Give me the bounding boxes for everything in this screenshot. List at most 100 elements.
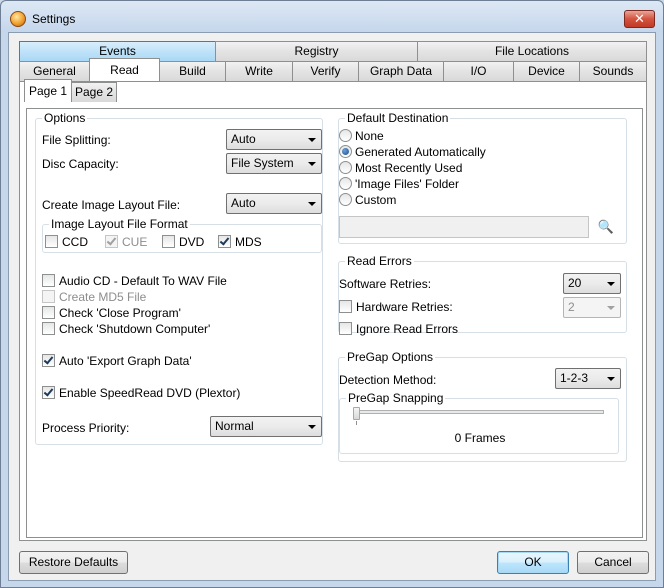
browse-folder-icon[interactable]: 🔍 [597, 218, 615, 236]
hardware-retries-checkbox[interactable] [339, 300, 352, 313]
divider [42, 375, 322, 376]
auto-export-checkbox[interactable] [42, 354, 55, 367]
check-shutdown-checkbox[interactable] [42, 322, 55, 335]
check-shutdown-label: Check 'Shutdown Computer' [59, 322, 211, 336]
cue-label: CUE [122, 235, 148, 249]
dest-recent-label: Most Recently Used [355, 161, 463, 175]
divider [42, 407, 322, 408]
hardware-retries-value: 2 [568, 300, 575, 314]
software-retries-value: 20 [568, 276, 582, 290]
mds-checkbox[interactable] [218, 235, 231, 248]
dest-image-files-radio[interactable] [339, 177, 352, 190]
tab-row-bottom: General Read Build Write Verify Graph Da… [19, 58, 647, 81]
disc-capacity-select[interactable]: File System [226, 153, 322, 174]
divider [42, 181, 322, 182]
dvd-label: DVD [179, 235, 205, 249]
tab-build[interactable]: Build [159, 61, 226, 81]
chevron-down-icon [607, 282, 615, 286]
dialog-client: Events Registry File Locations General R… [8, 32, 656, 581]
slider-tick [356, 421, 357, 425]
speedread-checkbox[interactable] [42, 386, 55, 399]
pregap-slider-track[interactable] [354, 410, 604, 414]
software-retries-select[interactable]: 20 [563, 273, 621, 294]
create-layout-label: Create Image Layout File: [42, 198, 181, 212]
check-close-checkbox[interactable] [42, 306, 55, 319]
read-errors-group-label: Read Errors [345, 254, 414, 268]
dest-generated-radio[interactable] [339, 145, 352, 158]
pregap-group: PreGap Options Detection Method: 1-2-3 P… [338, 350, 627, 462]
tab-page-2[interactable]: Page 2 [71, 82, 117, 102]
tab-device[interactable]: Device [513, 61, 580, 81]
create-layout-select[interactable]: Auto [226, 193, 322, 214]
cue-checkbox[interactable] [105, 235, 118, 248]
ignore-errors-checkbox[interactable] [339, 322, 352, 335]
check-close-label: Check 'Close Program' [59, 306, 181, 320]
read-errors-group: Read Errors Software Retries: 20 Hardwar… [338, 254, 627, 336]
layout-format-group: Image Layout File Format CCD CUE DVD MDS [42, 217, 322, 253]
tab-read[interactable]: Read [89, 58, 160, 81]
priority-value: Normal [215, 419, 254, 433]
chevron-down-icon [308, 425, 316, 429]
priority-select[interactable]: Normal [210, 416, 322, 437]
speedread-label: Enable SpeedRead DVD (Plextor) [59, 386, 241, 400]
custom-path-input[interactable] [339, 216, 589, 238]
cancel-button[interactable]: Cancel [577, 551, 649, 574]
tab-write[interactable]: Write [225, 61, 293, 81]
pregap-frames-label: 0 Frames [454, 431, 506, 445]
tab-page-1[interactable]: Page 1 [24, 79, 72, 102]
chevron-down-icon [308, 162, 316, 166]
file-splitting-select[interactable]: Auto [226, 129, 322, 150]
software-retries-label: Software Retries: [339, 277, 432, 291]
chevron-down-icon [308, 138, 316, 142]
destination-group-label: Default Destination [345, 111, 451, 125]
pregap-group-label: PreGap Options [345, 350, 436, 364]
tab-io[interactable]: I/O [443, 61, 514, 81]
file-splitting-label: File Splitting: [42, 133, 111, 147]
disc-capacity-label: Disc Capacity: [42, 157, 119, 171]
dest-none-label: None [355, 129, 384, 143]
tab-verify[interactable]: Verify [292, 61, 359, 81]
hardware-retries-select[interactable]: 2 [563, 297, 621, 318]
page-1-panel: Options File Splitting: Auto Disc Capaci… [26, 108, 643, 538]
layout-format-label: Image Layout File Format [49, 217, 190, 231]
divider [42, 343, 322, 344]
chevron-down-icon [607, 377, 615, 381]
pregap-slider-thumb[interactable] [353, 407, 360, 420]
disc-capacity-value: File System [231, 156, 294, 170]
hardware-retries-label: Hardware Retries: [356, 300, 453, 314]
chevron-down-icon [308, 202, 316, 206]
options-group-label: Options [42, 111, 88, 125]
file-splitting-value: Auto [231, 132, 256, 146]
settings-window: Settings ✕ Events Registry File Location… [0, 0, 664, 588]
mds-label: MDS [235, 235, 262, 249]
window-title: Settings [32, 12, 76, 26]
dest-image-files-label: 'Image Files' Folder [355, 177, 459, 191]
dvd-checkbox[interactable] [162, 235, 175, 248]
divider [42, 262, 322, 263]
restore-defaults-button[interactable]: Restore Defaults [19, 551, 128, 574]
detection-method-label: Detection Method: [339, 373, 437, 387]
audio-cd-label: Audio CD - Default To WAV File [59, 274, 227, 288]
tab-general[interactable]: General [19, 61, 90, 81]
close-icon[interactable]: ✕ [624, 10, 655, 28]
ignore-errors-label: Ignore Read Errors [356, 322, 459, 336]
dest-none-radio[interactable] [339, 129, 352, 142]
create-md5-label: Create MD5 File [59, 290, 147, 304]
tab-sounds[interactable]: Sounds [579, 61, 647, 81]
tab-graph-data[interactable]: Graph Data [358, 61, 444, 81]
destination-group: Default Destination None Generated Autom… [338, 111, 627, 244]
create-md5-checkbox[interactable] [42, 290, 55, 303]
ok-button[interactable]: OK [497, 551, 569, 574]
ccd-checkbox[interactable] [45, 235, 58, 248]
dest-custom-radio[interactable] [339, 193, 352, 206]
auto-export-label: Auto 'Export Graph Data' [59, 354, 192, 368]
dest-recent-radio[interactable] [339, 161, 352, 174]
ccd-label: CCD [62, 235, 88, 249]
audio-cd-checkbox[interactable] [42, 274, 55, 287]
app-icon [10, 11, 26, 27]
detection-method-value: 1-2-3 [560, 371, 589, 385]
tab-file-locations[interactable]: File Locations [417, 41, 647, 61]
priority-label: Process Priority: [42, 421, 130, 435]
tab-registry[interactable]: Registry [215, 41, 418, 61]
detection-method-select[interactable]: 1-2-3 [555, 368, 621, 389]
